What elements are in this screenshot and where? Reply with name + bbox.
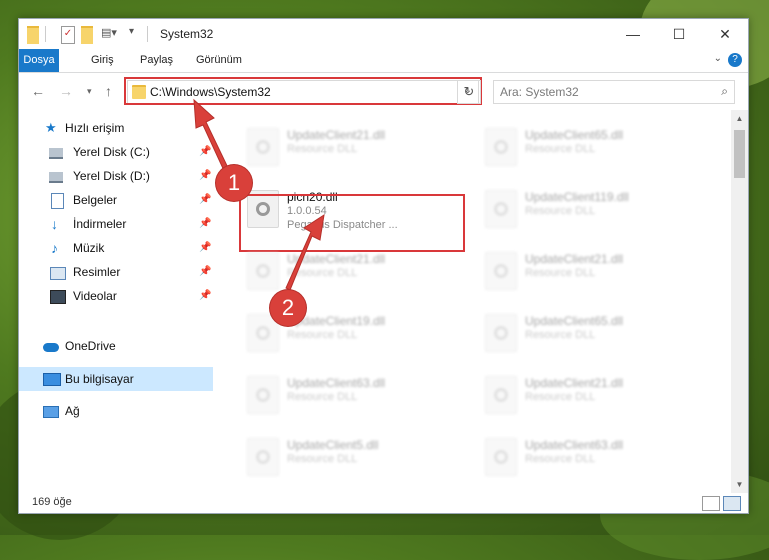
annotation-arrows [193, 98, 325, 291]
arrow-2 [285, 213, 325, 291]
step-badge-2: 2 [270, 290, 306, 326]
step-badge-1: 1 [216, 165, 252, 201]
arrow-1 [193, 98, 231, 176]
